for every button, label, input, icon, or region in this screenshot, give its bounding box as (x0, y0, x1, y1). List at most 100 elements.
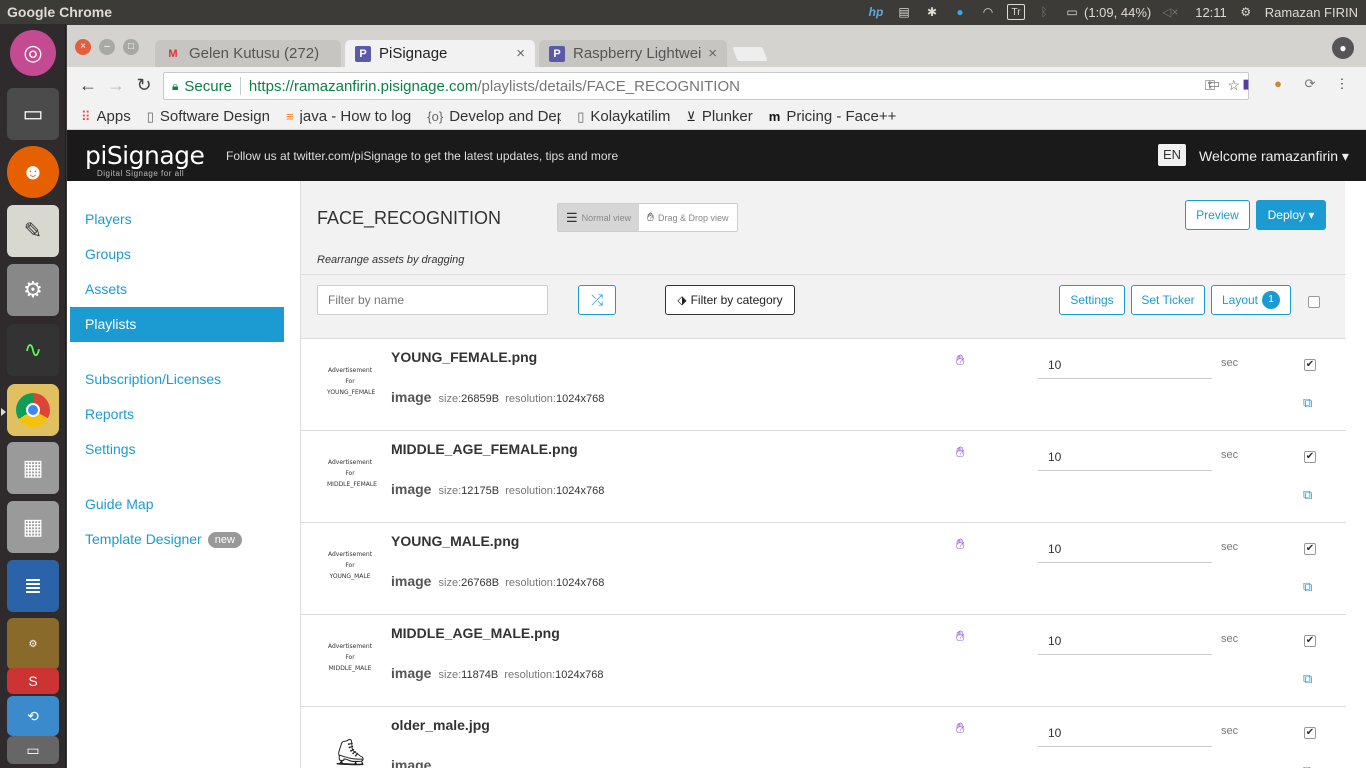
file-cabinet-icon[interactable]: ▦ (7, 442, 59, 494)
asset-row[interactable]: Advertisement For MIDDLE_FEMALE MIDDLE_AGE… (301, 431, 1346, 523)
bookmark-software-design[interactable]: ▯ Software Design (147, 108, 270, 125)
address-bar[interactable]: 🔒︎ Secure https://ramazanfirin.pisignage… (163, 72, 1249, 100)
copy-icon[interactable]: ⧉ (1303, 487, 1312, 503)
select-all-checkbox[interactable] (1308, 296, 1320, 308)
forward-icon[interactable]: → (105, 75, 127, 96)
deploy-button[interactable]: Deploy ▾ (1256, 200, 1326, 230)
close-tab-icon[interactable]: × (516, 45, 525, 62)
sidebar-item-guide-map[interactable]: Guide Map (85, 496, 153, 512)
bookmark-plunker[interactable]: ⊻ Plunker (686, 108, 752, 125)
settings-button[interactable]: Settings (1059, 285, 1125, 315)
drag-handle-icon[interactable]: ✋︎ (956, 444, 965, 461)
sidebar-item-playlists[interactable]: Playlists (70, 307, 284, 342)
asset-row[interactable]: Advertisement For MIDDLE_MALE MIDDLE_AGE_M… (301, 615, 1346, 707)
chrome-icon[interactable] (7, 384, 59, 436)
copy-icon[interactable]: ⧉ (1303, 671, 1312, 687)
tab-raspberry[interactable]: P Raspberry Lightwei × (539, 40, 727, 67)
asset-row[interactable]: ⛸ older_male.jpg image ✋︎ 10 sec ✔ ⧉ (301, 707, 1346, 768)
close-tab-icon[interactable]: × (708, 45, 717, 62)
trash-icon[interactable]: ▭ (7, 736, 59, 764)
system-tools-icon[interactable]: ⚙ (7, 264, 59, 316)
asset-row[interactable]: Advertisement For YOUNG_FEMALE YOUNG_FEMAL… (301, 339, 1346, 431)
filter-by-category-button[interactable]: ⬗ Filter by category (665, 285, 795, 315)
text-editor-icon[interactable]: ✎ (7, 205, 59, 257)
extension-cast-icon[interactable]: ▭ (1205, 75, 1223, 93)
asset-checkbox[interactable]: ✔ (1304, 451, 1316, 463)
java-ee-ide-icon[interactable]: ⚙ (7, 618, 59, 670)
maximize-window-icon[interactable]: □ (123, 39, 139, 55)
language-selector[interactable]: EN (1158, 144, 1186, 166)
tab-gmail[interactable]: M Gelen Kutusu (272) (155, 40, 341, 67)
bookmark-java-log[interactable]: ≡ java - How to log (286, 108, 411, 125)
battery-indicator[interactable]: ▭ (1:09, 44%) (1063, 4, 1151, 20)
asset-checkbox[interactable]: ✔ (1304, 727, 1316, 739)
asset-checkbox[interactable]: ✔ (1304, 359, 1316, 371)
wifi-icon[interactable]: ◠ (979, 4, 997, 20)
keyboard-layout-icon[interactable]: Tr (1007, 4, 1026, 20)
file-cabinet-icon-2[interactable]: ▦ (7, 501, 59, 553)
sidebar-item-assets[interactable]: Assets (85, 281, 127, 297)
tab-pisignage[interactable]: P PiSignage × (345, 40, 535, 67)
hp-icon[interactable]: hp (867, 4, 885, 20)
back-icon[interactable]: ← (77, 75, 99, 96)
copy-icon[interactable]: ⧉ (1303, 395, 1312, 411)
set-ticker-button[interactable]: Set Ticker (1131, 285, 1205, 315)
asset-row[interactable]: Advertisement For YOUNG_MALE YOUNG_MALE.pn… (301, 523, 1346, 615)
ubuntu-dash-icon[interactable]: ◎ (10, 30, 56, 76)
volume-icon[interactable]: ◁× (1161, 4, 1179, 20)
duration-input[interactable]: 10 (1038, 627, 1212, 655)
drag-handle-icon[interactable]: ✋︎ (956, 720, 965, 737)
minimize-window-icon[interactable]: – (99, 39, 115, 55)
drag-handle-icon[interactable]: ✋︎ (956, 536, 965, 553)
profile-icon[interactable]: ● (1332, 37, 1354, 59)
asset-checkbox[interactable]: ✔ (1304, 635, 1316, 647)
copy-icon[interactable]: ⧉ (1303, 579, 1312, 595)
sidebar-item-template-designer[interactable]: Template Designer new (85, 531, 242, 549)
extension-cookie-icon[interactable]: ● (1269, 75, 1287, 93)
slack-icon[interactable]: ✱ (923, 4, 941, 20)
user-menu[interactable]: Welcome ramazanfirin ▾ (1199, 148, 1349, 165)
user-name[interactable]: Ramazan FIRIN (1265, 5, 1358, 20)
duration-input[interactable]: 10 (1038, 443, 1212, 471)
bookmark-develop-deploy[interactable]: {o} Develop and Dep (427, 108, 561, 125)
asset-checkbox[interactable]: ✔ (1304, 543, 1316, 555)
layout-button[interactable]: Layout 1 (1211, 285, 1291, 315)
close-window-icon[interactable]: × (75, 39, 91, 55)
new-tab-button[interactable] (732, 47, 768, 61)
clock[interactable]: 12:11 (1195, 5, 1227, 20)
sidebar-item-players[interactable]: Players (85, 211, 132, 227)
gear-icon[interactable]: ⚙ (1237, 4, 1255, 20)
firefox-icon[interactable]: ☻ (7, 146, 59, 198)
extension-pencil-icon[interactable]: ▮ (1237, 75, 1255, 93)
duration-input[interactable]: 10 (1038, 535, 1212, 563)
shuffle-button[interactable]: ⤮ (578, 285, 616, 315)
sidebar-item-reports[interactable]: Reports (85, 406, 134, 422)
sidebar-item-settings[interactable]: Settings (85, 441, 136, 457)
sidebar-item-groups[interactable]: Groups (85, 246, 131, 262)
menu-icon[interactable]: ⋮ (1333, 75, 1351, 93)
reload-icon[interactable]: ↻ (133, 75, 155, 96)
drag-drop-view-button[interactable]: ✋︎ Drag & Drop view (639, 204, 737, 231)
extension-sync-icon[interactable]: ⟳ (1301, 75, 1319, 93)
app-s-icon[interactable]: S (7, 668, 59, 694)
normal-view-button[interactable]: ☰ Normal view (558, 204, 640, 231)
clipboard-icon[interactable]: ▤ (895, 4, 913, 20)
copy-icon[interactable]: ⧉ (1303, 763, 1312, 768)
preview-app-icon[interactable]: ⟲ (7, 696, 59, 736)
drag-handle-icon[interactable]: ✋︎ (956, 628, 965, 645)
filter-by-name-input[interactable] (317, 285, 548, 315)
duration-input[interactable]: 10 (1038, 351, 1212, 379)
bluetooth-icon[interactable]: ᛒ (1035, 4, 1053, 20)
writer-icon[interactable]: ≣ (7, 560, 59, 612)
system-monitor-icon[interactable]: ∿ (7, 324, 59, 376)
bookmark-apps[interactable]: ⠿ Apps (81, 108, 131, 125)
display-settings-icon[interactable]: ▭ (7, 88, 59, 140)
drag-handle-icon[interactable]: ✋︎ (956, 352, 965, 369)
bookmark-kolaykatilim[interactable]: ▯ Kolaykatilim (577, 108, 670, 125)
pisignage-logo[interactable]: piSignage (85, 141, 205, 170)
preview-button[interactable]: Preview (1185, 200, 1250, 230)
sidebar-item-subscription[interactable]: Subscription/Licenses (85, 371, 221, 387)
skype-icon[interactable]: ● (951, 4, 969, 20)
duration-input[interactable]: 10 (1038, 719, 1212, 747)
bookmark-facepp[interactable]: mPricing - Face++ C (769, 108, 899, 125)
